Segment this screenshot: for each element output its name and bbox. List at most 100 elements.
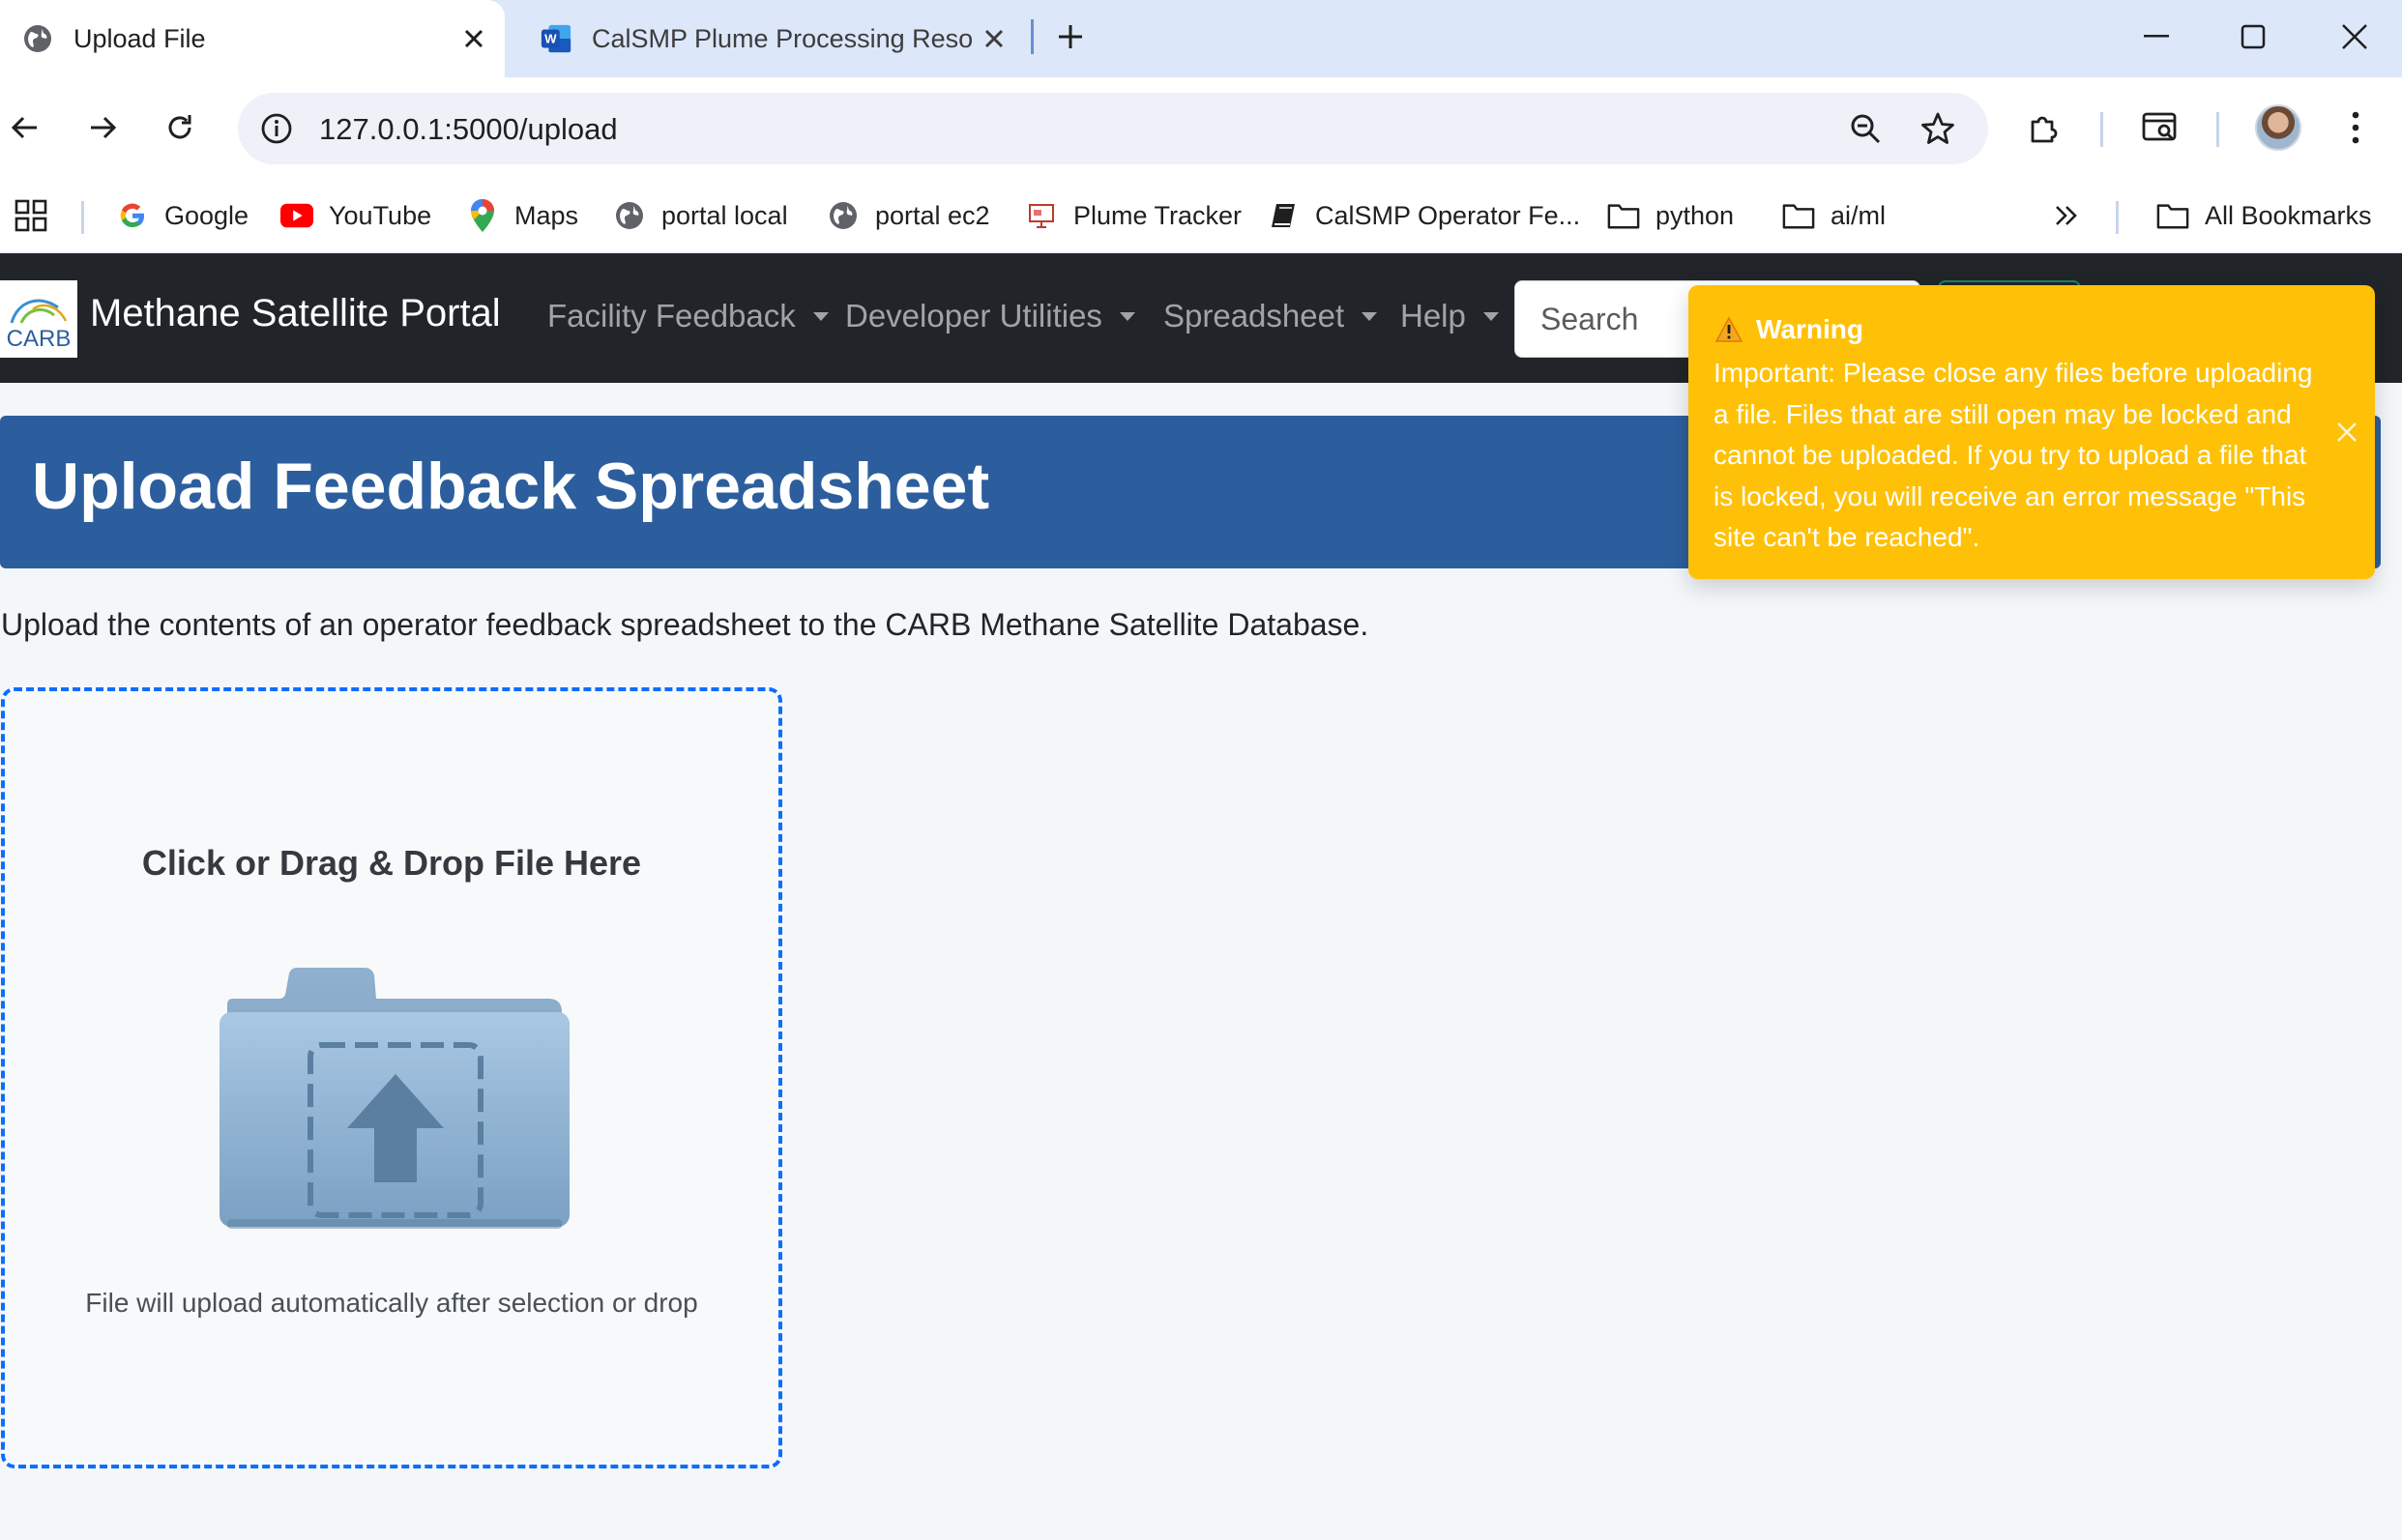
bookmark-label: Plume Tracker: [1073, 200, 1243, 230]
caret-down-icon: [1482, 311, 1499, 321]
close-icon: [2342, 24, 2367, 49]
close-tab-icon[interactable]: [454, 19, 493, 58]
caret-down-icon: [1362, 311, 1378, 321]
plus-icon: [1059, 25, 1082, 48]
nav-label: Developer Utilities: [845, 298, 1102, 334]
bookmark-label: YouTube: [329, 200, 432, 230]
browser-tab-strip: Upload File W CalSMP Plume Processing Re…: [0, 0, 2402, 77]
bookmark-calsmp-operator[interactable]: CalSMP Operator Fe...: [1267, 191, 1580, 240]
bookmark-star-icon[interactable]: [1916, 106, 1960, 151]
nav-label: Help: [1400, 298, 1466, 334]
tab-search-button[interactable]: [2133, 101, 2187, 155]
intro-text: Upload the contents of an operator feedb…: [1, 607, 1369, 642]
more-bookmarks-button[interactable]: [2054, 191, 2079, 240]
bookmarks-divider: [2116, 201, 2119, 234]
nav-help[interactable]: Help: [1400, 298, 1499, 334]
caret-down-icon: [1119, 311, 1135, 321]
google-icon: [116, 199, 149, 232]
nav-developer-utilities[interactable]: Developer Utilities: [845, 298, 1135, 334]
bookmark-label: CalSMP Operator Fe...: [1315, 200, 1581, 230]
all-bookmarks-button[interactable]: All Bookmarks: [2156, 191, 2372, 240]
reload-button[interactable]: [153, 101, 207, 155]
page-title: Upload Feedback Spreadsheet: [32, 450, 990, 523]
nav-label: Facility Feedback: [547, 298, 796, 334]
apps-button[interactable]: [14, 191, 48, 240]
minimize-icon: [2144, 35, 2169, 38]
tab-title: CalSMP Plume Processing Reso: [592, 23, 974, 53]
bookmark-maps[interactable]: Maps: [466, 191, 578, 240]
all-bookmarks-label: All Bookmarks: [2205, 200, 2372, 230]
browser-menu-button[interactable]: [2329, 101, 2383, 155]
bookmark-plume-tracker[interactable]: Plume Tracker: [1025, 191, 1242, 240]
bookmark-label: Google: [164, 200, 249, 230]
puzzle-icon: [2031, 116, 2058, 143]
profile-avatar[interactable]: [2255, 104, 2301, 151]
youtube-icon: [280, 199, 313, 232]
kebab-menu-icon: [2352, 111, 2359, 144]
minimize-button[interactable]: [2127, 10, 2185, 64]
zoom-icon[interactable]: [1843, 106, 1888, 151]
arrow-right-icon: [91, 116, 117, 139]
browser-toolbar: 127.0.0.1:5000/upload: [0, 77, 2402, 178]
dropzone-title: Click or Drag & Drop File Here: [141, 843, 642, 883]
presentation-icon: [1025, 199, 1058, 232]
maximize-icon: [2241, 24, 2266, 49]
window-search-icon: [2142, 112, 2177, 141]
close-toast-button[interactable]: [2330, 416, 2363, 449]
carb-logo[interactable]: CARB: [0, 280, 77, 358]
close-tab-icon[interactable]: [975, 19, 1013, 58]
folder-icon: [1607, 199, 1640, 232]
close-window-button[interactable]: [2326, 10, 2384, 64]
svg-text:CARB: CARB: [7, 326, 72, 352]
bookmark-label: python: [1655, 200, 1735, 230]
nav-label: Spreadsheet: [1163, 298, 1345, 334]
word-doc-icon: W: [540, 22, 572, 55]
reload-icon: [168, 115, 191, 139]
toolbar-divider: [2216, 112, 2219, 147]
warning-toast: Warning Important: Please close any file…: [1688, 285, 2375, 579]
bookmark-label: Maps: [514, 200, 579, 230]
bookmark-portal-ec2[interactable]: portal ec2: [827, 191, 990, 240]
nav-spreadsheet[interactable]: Spreadsheet: [1163, 298, 1378, 334]
tab-upload-file[interactable]: Upload File: [0, 0, 505, 77]
bookmark-youtube[interactable]: YouTube: [280, 191, 431, 240]
toast-title: Warning: [1756, 314, 1863, 344]
address-bar[interactable]: 127.0.0.1:5000/upload: [238, 93, 1988, 164]
bookmark-google[interactable]: Google: [116, 191, 249, 240]
toast-header: Warning: [1714, 314, 1863, 345]
globe-icon: [613, 199, 646, 232]
new-tab-button[interactable]: [1049, 15, 1092, 58]
globe-icon: [827, 199, 860, 232]
folder-icon: [1782, 199, 1815, 232]
tab-title: Upload File: [73, 23, 206, 53]
tab-calsmp-plume-processing[interactable]: W CalSMP Plume Processing Reso: [522, 0, 1025, 77]
maximize-button[interactable]: [2224, 10, 2282, 64]
bookmark-folder-ai-ml[interactable]: ai/ml: [1782, 191, 1886, 240]
folder-upload-icon: [220, 968, 570, 1229]
brand-name[interactable]: Methane Satellite Portal: [90, 292, 501, 335]
bookmark-label: portal ec2: [875, 200, 990, 230]
tab-divider: [1031, 19, 1034, 54]
double-chevron-right-icon: [2056, 206, 2077, 225]
book-icon: [1267, 199, 1300, 232]
close-icon: [2337, 422, 2357, 442]
nav-facility-feedback[interactable]: Facility Feedback: [547, 298, 829, 334]
bookmark-folder-python[interactable]: python: [1607, 191, 1734, 240]
back-button[interactable]: [0, 101, 52, 155]
dropzone-hint: File will upload automatically after sel…: [85, 1288, 698, 1318]
arrow-left-icon: [11, 116, 37, 139]
bookmark-portal-local[interactable]: portal local: [613, 191, 788, 240]
apps-grid-icon: [15, 199, 47, 232]
bookmark-label: ai/ml: [1831, 200, 1887, 230]
bookmarks-bar: Google YouTube Maps portal local portal …: [0, 178, 2402, 253]
site-info-icon[interactable]: [257, 109, 296, 148]
file-dropzone[interactable]: Click or Drag & Drop File Here File will…: [1, 687, 782, 1468]
toast-message: Important: Please close any files before…: [1714, 358, 2313, 552]
forward-button[interactable]: [75, 101, 130, 155]
extensions-button[interactable]: [2017, 101, 2071, 155]
bookmark-label: portal local: [661, 200, 788, 230]
warning-triangle-icon: [1714, 315, 1744, 344]
url-text[interactable]: 127.0.0.1:5000/upload: [319, 112, 618, 147]
globe-icon: [21, 22, 54, 55]
folder-icon: [2156, 199, 2189, 232]
